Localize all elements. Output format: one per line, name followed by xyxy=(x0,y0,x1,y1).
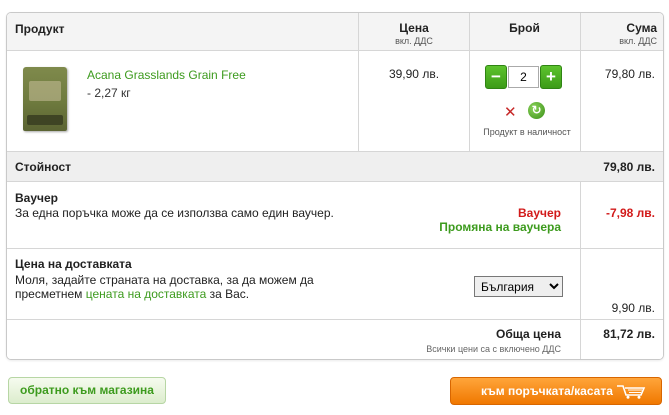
subtotal-row: Стойност 79,80 лв. xyxy=(7,152,663,182)
total-value: 81,72 лв. xyxy=(603,327,655,341)
minus-icon[interactable]: − xyxy=(485,65,507,89)
header-qty: Брой xyxy=(469,21,580,35)
shipping-description: Моля, задайте страната на доставка, за д… xyxy=(15,273,335,301)
total-row: Обща цена Всички цени са с включено ДДС … xyxy=(7,320,663,359)
header-price: Цена вкл. ДДС xyxy=(359,21,469,46)
header-product: Продукт xyxy=(15,22,65,36)
change-voucher-link[interactable]: Промяна на ваучера xyxy=(439,220,561,234)
product-price: 39,90 лв. xyxy=(388,67,440,81)
voucher-description: За една поръчка може да се използва само… xyxy=(15,206,334,220)
remove-icon[interactable]: ✕ xyxy=(504,103,517,121)
country-select[interactable]: България xyxy=(474,276,563,297)
thumb-base xyxy=(27,115,63,125)
header-price-sub: вкл. ДДС xyxy=(395,36,433,46)
shipping-desc-text-end: за Вас. xyxy=(206,287,250,301)
quantity-input[interactable] xyxy=(508,66,539,88)
col-divider xyxy=(580,249,581,319)
vat-note: Всички цени са с включено ДДС xyxy=(426,344,561,354)
cart-header: Продукт Цена вкл. ДДС Брой Сума вкл. ДДС xyxy=(7,13,663,51)
voucher-value: -7,98 лв. xyxy=(605,206,655,220)
subtotal-label: Стойност xyxy=(15,160,72,174)
cart-item-row: Acana Grasslands Grain Free - 2,27 кг 39… xyxy=(7,51,663,152)
product-thumbnail[interactable] xyxy=(23,67,67,131)
col-divider xyxy=(358,51,359,151)
header-sum-label: Сума xyxy=(626,21,657,35)
voucher-row: Ваучер За една поръчка може да се използ… xyxy=(7,182,663,249)
checkout-button-label: към поръчката/касата xyxy=(481,384,613,398)
voucher-title: Ваучер xyxy=(15,191,58,205)
col-divider xyxy=(358,13,359,50)
col-divider xyxy=(580,51,581,151)
col-divider xyxy=(580,13,581,50)
back-to-shop-button[interactable]: обратно към магазина xyxy=(8,377,166,404)
shipping-price-link[interactable]: цената на доставката xyxy=(86,287,207,301)
shipping-title: Цена на доставката xyxy=(15,257,132,271)
col-divider xyxy=(469,13,470,50)
in-stock-status: Продукт в наличност xyxy=(483,127,571,137)
header-price-label: Цена xyxy=(399,21,429,35)
thumb-band xyxy=(29,81,61,101)
item-sum: 79,80 лв. xyxy=(604,67,655,81)
col-divider xyxy=(580,320,581,359)
cart-table: Продукт Цена вкл. ДДС Брой Сума вкл. ДДС… xyxy=(6,12,664,360)
product-name-link[interactable]: Acana Grasslands Grain Free xyxy=(87,68,246,82)
checkout-button[interactable]: към поръчката/касата xyxy=(450,377,662,405)
header-sum: Сума вкл. ДДС xyxy=(580,21,657,46)
refresh-icon[interactable]: ↻ xyxy=(528,102,545,119)
quantity-stepper: − + xyxy=(485,65,562,89)
product-weight: - 2,27 кг xyxy=(87,86,131,100)
shipping-value: 9,90 лв. xyxy=(611,301,655,315)
header-qty-label: Брой xyxy=(509,21,540,35)
voucher-label: Ваучер xyxy=(518,206,561,220)
subtotal-value: 79,80 лв. xyxy=(603,160,655,174)
header-sum-sub: вкл. ДДС xyxy=(619,36,657,46)
shopping-cart-icon xyxy=(617,385,646,399)
col-divider xyxy=(469,51,470,151)
col-divider xyxy=(580,182,581,248)
plus-icon[interactable]: + xyxy=(540,65,562,89)
shipping-row: Цена на доставката Моля, задайте странат… xyxy=(7,249,663,320)
total-label: Обща цена xyxy=(496,327,561,341)
